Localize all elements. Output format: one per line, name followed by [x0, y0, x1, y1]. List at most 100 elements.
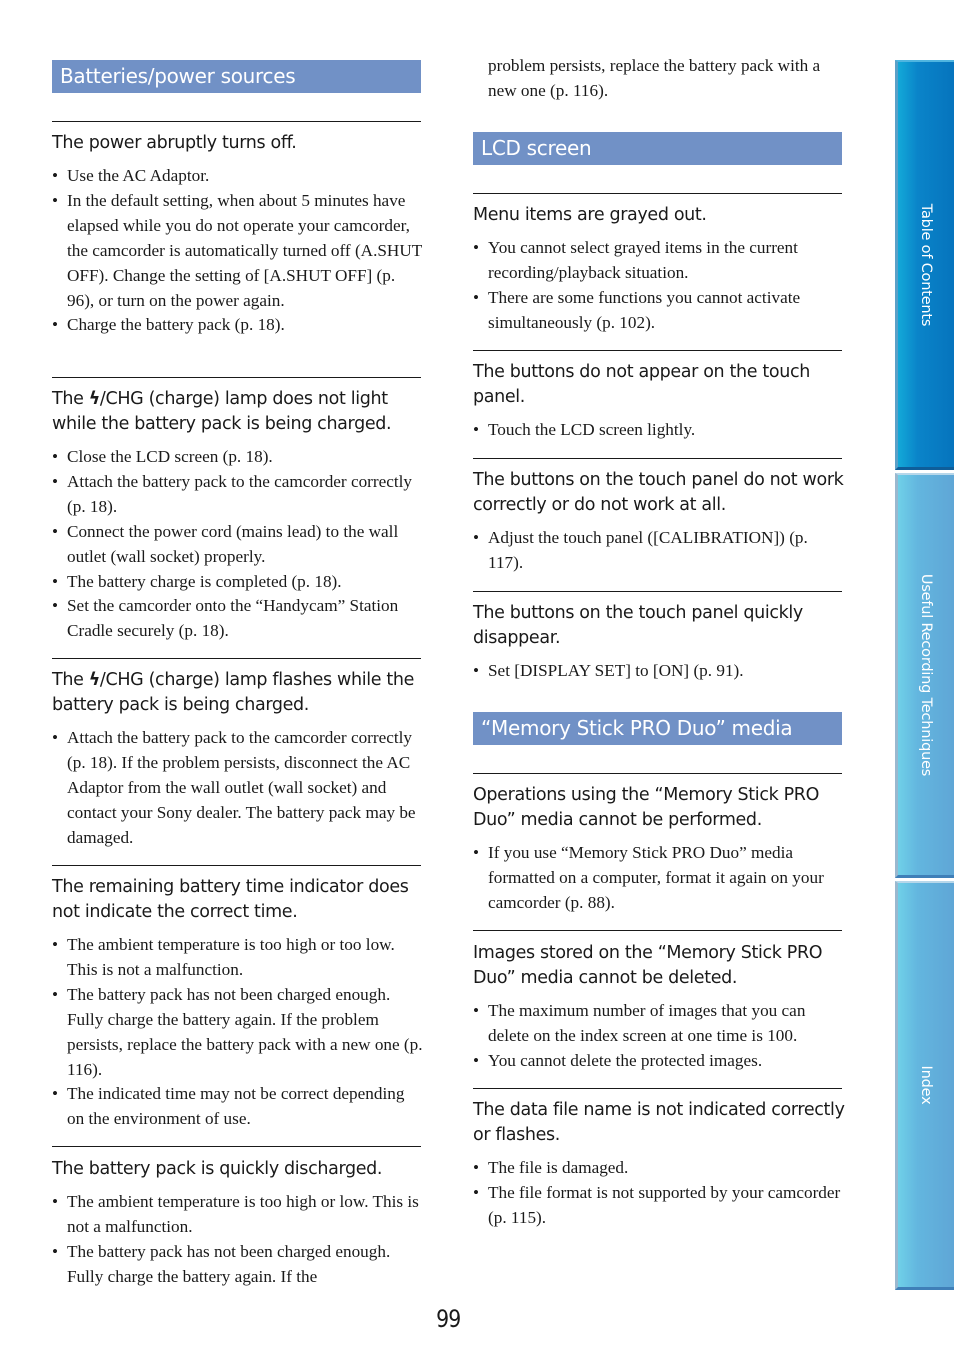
charge-lamp-icon: ϟ: [88, 389, 101, 409]
tab-index[interactable]: Index: [895, 881, 954, 1290]
bullet-icon: •: [52, 1192, 59, 1211]
bullet-list: • The maximum number of images that you c…: [473, 999, 845, 1074]
bullet-icon: •: [52, 315, 59, 335]
bullet-icon: •: [52, 1241, 59, 1261]
list-item: • The ambient temperature is too high or …: [52, 1192, 419, 1236]
list-item: • Set the camcorder onto the “Handycam” S…: [52, 596, 399, 641]
divider: [473, 193, 842, 194]
list-item: • If you use “Memory Stick PRO Duo” media…: [473, 843, 824, 912]
topic-heading: The remaining battery time indicator doe…: [52, 877, 409, 922]
tab-label: Table of Contents: [918, 203, 934, 326]
tab-label: Useful Recording Techniques: [918, 573, 934, 777]
list-item: • The file format is not supported by you…: [473, 1182, 841, 1227]
list-item: • The ambient temperature is too high or …: [52, 935, 395, 979]
divider: [52, 121, 421, 122]
tab-table-of-contents[interactable]: Table of Contents: [895, 60, 954, 470]
bullet-icon: •: [52, 521, 59, 541]
bullet-icon: •: [52, 1084, 59, 1104]
list-item: • You cannot select grayed items in the c…: [473, 238, 798, 282]
bullet-list: • Set [DISPLAY SET] to [ON] (p. 91).: [473, 659, 845, 684]
section-title: “Memory Stick PRO Duo” media: [481, 716, 793, 740]
list-item: • The battery pack has not been charged e…: [52, 1241, 391, 1286]
list-item: • The file is damaged.: [473, 1156, 845, 1181]
bullet-icon: •: [52, 984, 59, 1004]
bullet-list: • Attach the battery pack to the camcorde…: [52, 726, 424, 851]
bullet-icon: •: [52, 190, 59, 210]
list-item: • Set [DISPLAY SET] to [ON] (p. 91).: [473, 659, 845, 684]
divider: [52, 865, 421, 866]
bullet-icon: •: [473, 1001, 480, 1020]
bullet-list: • You cannot select grayed items in the c…: [473, 236, 845, 336]
bullet-icon: •: [473, 238, 480, 257]
bullet-icon: •: [52, 471, 59, 491]
divider: [473, 1088, 842, 1089]
divider: [473, 930, 842, 931]
topic-heading: Images stored on the “Memory Stick PRO D…: [473, 943, 823, 988]
list-item: • Attach the battery pack to the camcorde…: [52, 471, 413, 516]
topic-heading: The ϟ/CHG (charge) lamp does not light w…: [52, 389, 392, 434]
bullet-icon: •: [52, 447, 59, 466]
section-title: Batteries/power sources: [60, 64, 296, 88]
section-header-memory-stick: “Memory Stick PRO Duo” media: [473, 712, 842, 745]
topic-heading: The buttons on the touch panel do not wo…: [473, 470, 844, 515]
list-item: • The battery charge is completed (p. 18)…: [52, 570, 424, 595]
list-item: • Use the AC Adaptor.: [52, 164, 424, 189]
topic-heading: The power abruptly turns off.: [52, 133, 297, 153]
bullet-icon: •: [473, 420, 480, 439]
bullet-icon: •: [473, 1050, 480, 1070]
section-header-lcd-screen: LCD screen: [473, 132, 842, 165]
list-item: • Touch the LCD screen lightly.: [473, 418, 845, 443]
bullet-list: • The ambient temperature is too high or …: [52, 1190, 424, 1290]
topic-heading: The buttons do not appear on the touch p…: [473, 362, 811, 407]
divider: [473, 591, 842, 592]
list-item: • Adjust the touch panel ([CALIBRATION]) …: [473, 528, 808, 572]
list-item: • The maximum number of images that you c…: [473, 1001, 806, 1045]
bullet-icon: •: [473, 843, 480, 862]
list-item: • Attach the battery pack to the camcorde…: [52, 728, 416, 847]
divider: [473, 350, 842, 351]
bullet-icon: •: [473, 1158, 480, 1177]
bullet-list: • If you use “Memory Stick PRO Duo” media…: [473, 841, 845, 916]
topic-heading: The battery pack is quickly discharged.: [52, 1159, 383, 1179]
topic-heading: The data file name is not indicated corr…: [473, 1100, 845, 1145]
list-item: • Close the LCD screen (p. 18).: [52, 445, 424, 470]
divider: [473, 458, 842, 459]
continued-text: problem persists, replace the battery pa…: [488, 56, 821, 100]
topic-heading: Menu items are grayed out.: [473, 205, 707, 225]
bullet-icon: •: [473, 528, 480, 547]
list-item: • You cannot delete the protected images.: [473, 1049, 845, 1074]
divider: [473, 773, 842, 774]
section-header-batteries: Batteries/power sources: [52, 60, 421, 93]
bullet-list: • The ambient temperature is too high or …: [52, 933, 424, 1132]
divider: [52, 658, 421, 659]
bullet-icon: •: [52, 728, 59, 747]
charge-lamp-icon: ϟ: [88, 670, 101, 690]
divider: [52, 1146, 421, 1147]
bullet-list: • Close the LCD screen (p. 18). • Attach t…: [52, 445, 424, 644]
list-item: • In the default setting, when about 5 mi…: [52, 190, 422, 310]
bullet-icon: •: [52, 935, 59, 954]
list-item: • There are some functions you cannot act…: [473, 287, 801, 332]
bullet-icon: •: [473, 1182, 480, 1202]
bullet-list: • Use the AC Adaptor. • In the default set…: [52, 164, 424, 338]
bullet-icon: •: [473, 287, 480, 307]
tab-useful-recording-techniques[interactable]: Useful Recording Techniques: [895, 473, 954, 878]
topic-heading: Operations using the “Memory Stick PRO D…: [473, 785, 820, 830]
section-title: LCD screen: [481, 136, 592, 160]
tab-label: Index: [918, 1065, 934, 1105]
divider: [52, 377, 421, 378]
list-item: • The indicated time may not be correct d…: [52, 1084, 405, 1129]
topic-heading: The ϟ/CHG (charge) lamp flashes while th…: [52, 670, 415, 715]
bullet-icon: •: [52, 571, 59, 591]
bullet-list: • The file is damaged. • The file format i…: [473, 1156, 845, 1231]
bullet-list: • Adjust the touch panel ([CALIBRATION]) …: [473, 526, 845, 576]
list-item: • The battery pack has not been charged e…: [52, 984, 423, 1079]
bullet-icon: •: [52, 166, 59, 185]
bullet-icon: •: [473, 661, 480, 680]
bullet-icon: •: [52, 596, 59, 616]
page-number: 99: [436, 1305, 461, 1333]
topic-heading: The buttons on the touch panel quickly d…: [473, 603, 803, 648]
bullet-list: • Touch the LCD screen lightly.: [473, 418, 845, 443]
list-item: • Connect the power cord (mains lead) to …: [52, 521, 399, 566]
list-item: • Charge the battery pack (p. 18).: [52, 313, 424, 338]
